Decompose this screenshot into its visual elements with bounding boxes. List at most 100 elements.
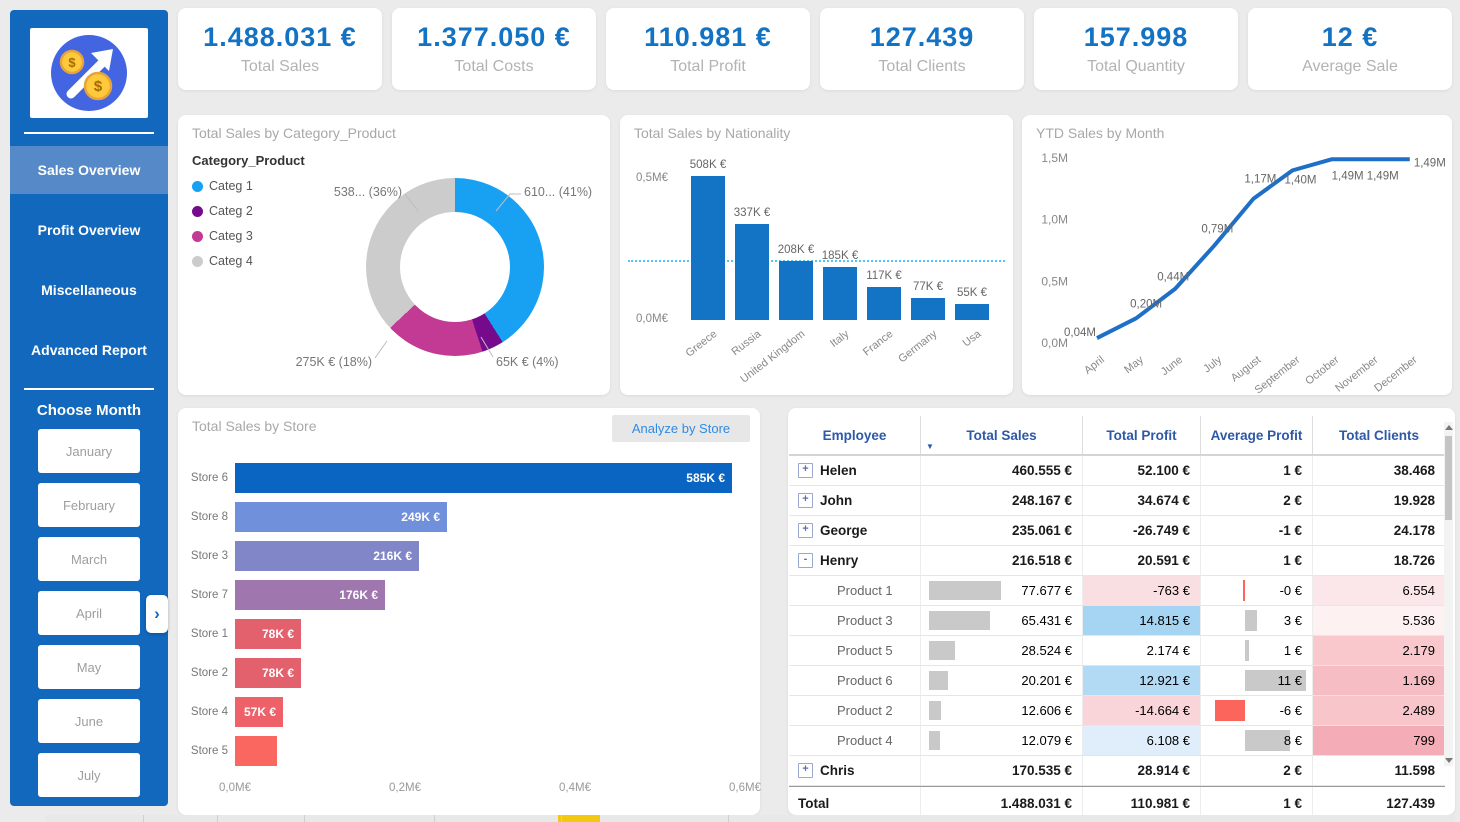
table-row: Product 3 65.431 € 14.815 € 3 € 5.536: [789, 606, 1445, 636]
month-button-february[interactable]: February: [38, 483, 140, 527]
kpi-value: 12 €: [1321, 22, 1379, 52]
average-profit-cell: -0 €: [1201, 576, 1313, 605]
legend-title: Category_Product: [192, 153, 305, 168]
nationality-bar-france[interactable]: [867, 287, 901, 320]
scrollbar-thumb[interactable]: [1445, 436, 1452, 520]
cell-value: 127.439: [1386, 796, 1435, 811]
positive-data-bar: [1245, 610, 1257, 631]
col-header-total-profit[interactable]: Total Profit: [1083, 416, 1201, 454]
sales-data-bar: [929, 671, 948, 690]
nationality-bar-germany[interactable]: [911, 298, 945, 320]
kpi-card: 110.981 € Total Profit: [606, 8, 810, 90]
month-button-january[interactable]: January: [38, 429, 140, 473]
donut-chart[interactable]: [366, 178, 544, 356]
y-axis-tick: 0,0M€: [636, 313, 668, 325]
total-profit-cell: 6.108 €: [1083, 726, 1201, 755]
scroll-up-icon[interactable]: [1444, 425, 1453, 430]
x-axis-label: Usa: [960, 328, 984, 350]
month-slicer: January February March April May June July: [10, 429, 168, 797]
bar-value-label: 55K €: [956, 287, 988, 299]
legend-item[interactable]: Categ 4: [192, 254, 305, 268]
cell-value: 5.536: [1402, 613, 1435, 628]
col-header-employee[interactable]: Employee: [789, 416, 921, 454]
nationality-bar-italy[interactable]: [823, 267, 857, 320]
nationality-bar-russia[interactable]: [735, 224, 769, 320]
cell-value: -0 €: [1279, 583, 1302, 598]
nationality-bar-usa[interactable]: [955, 304, 989, 320]
store-bar-store-7[interactable]: 176K €: [235, 580, 385, 610]
employee-table-card: Employee ▼ Total Sales Total Profit Aver…: [788, 408, 1455, 820]
legend-item[interactable]: Categ 3: [192, 229, 305, 243]
svg-text:December: December: [1372, 354, 1420, 395]
store-bar-store-1[interactable]: 78K €: [235, 619, 301, 649]
nationality-bar-united-kingdom[interactable]: [779, 261, 813, 320]
cell-value: 1 €: [1283, 643, 1302, 658]
product-name: Product 1: [837, 583, 893, 598]
name-cell-wrap: Product 4: [789, 726, 921, 755]
store-label: Store 8: [190, 511, 228, 523]
expand-icon[interactable]: +: [798, 463, 813, 478]
store-bar-store-3[interactable]: 216K €: [235, 541, 419, 571]
collapse-icon[interactable]: -: [798, 553, 813, 568]
svg-text:July: July: [1201, 354, 1224, 376]
kpi-card: 1.488.031 € Total Sales: [178, 8, 382, 90]
sidebar-item-miscellaneous[interactable]: Miscellaneous: [10, 266, 168, 314]
store-bar-store-2[interactable]: 78K €: [235, 658, 301, 688]
scroll-down-icon[interactable]: [1444, 758, 1453, 763]
svg-text:0,5M: 0,5M: [1041, 274, 1068, 288]
table-row: Product 1 77.677 € -763 € -0 € 6.554: [789, 576, 1445, 606]
expand-icon[interactable]: +: [798, 493, 813, 508]
store-bar-store-4[interactable]: 57K €: [235, 697, 283, 727]
line-chart[interactable]: 1,5M1,0M0,5M0,0M0,04M0,20M0,44M0,79M1,17…: [1022, 115, 1452, 396]
month-button-april[interactable]: April: [38, 591, 140, 635]
kpi-row: 1.488.031 € Total Sales 1.377.050 € Total C…: [178, 8, 1452, 90]
svg-text:0,79M: 0,79M: [1201, 224, 1233, 236]
sales-by-category-card: Total Sales by Category_Product Category…: [178, 115, 610, 395]
legend-item[interactable]: Categ 2: [192, 204, 305, 218]
expand-icon[interactable]: +: [798, 523, 813, 538]
total-sales-cell: 77.677 €: [921, 576, 1083, 605]
month-button-march[interactable]: March: [38, 537, 140, 581]
bar-value-label: 176K €: [339, 588, 378, 602]
cell-value: 460.555 €: [1011, 463, 1072, 478]
col-header-average-profit[interactable]: Average Profit: [1201, 416, 1313, 454]
cell-value: 2.489: [1402, 703, 1435, 718]
expand-icon[interactable]: +: [798, 763, 813, 778]
kpi-card: 157.998 Total Quantity: [1034, 8, 1238, 90]
sort-desc-icon: ▼: [926, 442, 934, 451]
svg-text:$: $: [94, 78, 103, 95]
table-scrollbar[interactable]: [1444, 422, 1453, 766]
name-cell-wrap: + Chris: [789, 756, 921, 785]
col-header-total-clients[interactable]: Total Clients: [1313, 416, 1445, 454]
kpi-label: Average Sale: [1302, 58, 1398, 75]
store-bar-store-6[interactable]: 585K €: [235, 463, 732, 493]
sidebar-item-profit-overview[interactable]: Profit Overview: [10, 206, 168, 254]
table-row: + Helen 460.555 € 52.100 € 1 € 38.468: [789, 456, 1445, 486]
month-button-june[interactable]: June: [38, 699, 140, 743]
store-label: Store 4: [190, 706, 228, 718]
total-clients-cell: 38.468: [1313, 456, 1445, 485]
cell-value: 2 €: [1283, 763, 1302, 778]
analyze-by-store-button[interactable]: Analyze by Store: [612, 415, 750, 442]
page-tabs-strip[interactable]: [45, 815, 1455, 822]
tab-divider: [434, 815, 435, 822]
x-axis-label: Greece: [683, 328, 720, 360]
x-axis-tick: 0,2M€: [389, 782, 421, 794]
col-header-total-sales[interactable]: ▼ Total Sales: [921, 416, 1083, 454]
average-profit-cell: -1 €: [1201, 516, 1313, 545]
sidebar-item-advanced-report[interactable]: Advanced Report: [10, 326, 168, 374]
donut-callout: 65K € (4%): [496, 355, 559, 369]
bar-value-label: 57K €: [243, 705, 276, 719]
bar-value-label: 78K €: [261, 666, 294, 680]
sidebar-item-sales-overview[interactable]: Sales Overview: [10, 146, 168, 194]
total-sales-cell: 460.555 €: [921, 456, 1083, 485]
svg-text:1,49M: 1,49M: [1367, 170, 1399, 182]
expand-chevron-button[interactable]: ›: [146, 595, 168, 633]
nationality-bar-greece[interactable]: [691, 176, 725, 320]
store-bar-store-8[interactable]: 249K €: [235, 502, 447, 532]
month-button-july[interactable]: July: [38, 753, 140, 797]
month-button-may[interactable]: May: [38, 645, 140, 689]
store-bar-store-5[interactable]: [235, 736, 277, 766]
kpi-value: 127.439: [869, 22, 975, 52]
total-clients-cell: 799: [1313, 726, 1445, 755]
